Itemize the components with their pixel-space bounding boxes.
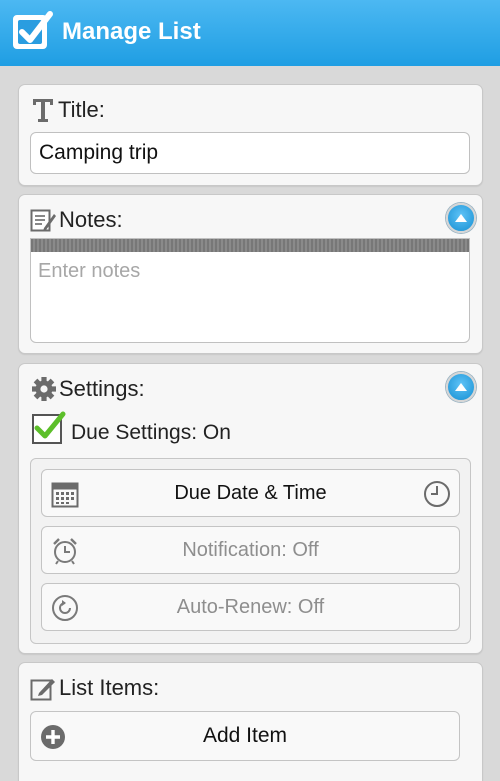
settings-label-row: Settings: xyxy=(31,376,145,402)
gear-icon xyxy=(32,377,56,401)
notes-card: Notes: xyxy=(18,194,483,354)
chevron-up-icon xyxy=(455,383,467,391)
notes-area xyxy=(30,238,470,343)
settings-label: Settings: xyxy=(59,376,145,401)
settings-collapse-button[interactable] xyxy=(446,372,476,402)
notes-label-row: Notes: xyxy=(30,207,123,233)
list-items-label-row: List Items: xyxy=(30,675,159,701)
list-items-card: List Items: Add Item xyxy=(18,662,483,781)
notification-button[interactable]: Notification: Off xyxy=(41,526,460,574)
plus-circle-icon xyxy=(41,725,65,749)
edit-square-icon xyxy=(30,678,55,700)
calendar-icon xyxy=(51,482,79,508)
title-label: Title: xyxy=(58,97,105,122)
notification-label: Notification: Off xyxy=(182,538,319,561)
text-t-icon xyxy=(33,99,53,122)
list-items-label: List Items: xyxy=(59,675,160,700)
notes-label: Notes: xyxy=(59,207,123,232)
due-settings-checkbox[interactable] xyxy=(32,411,66,445)
add-item-button[interactable]: Add Item xyxy=(30,711,460,761)
title-card: Title: xyxy=(18,84,483,186)
due-date-time-button[interactable]: Due Date & Time xyxy=(41,469,460,517)
due-date-time-label: Due Date & Time xyxy=(174,481,327,504)
title-input[interactable] xyxy=(30,132,470,174)
chevron-up-icon xyxy=(455,214,467,222)
add-item-label: Add Item xyxy=(202,724,288,747)
renew-icon xyxy=(52,595,78,621)
notepad-icon xyxy=(30,209,56,231)
app-title: Manage List xyxy=(62,18,201,45)
title-label-row: Title: xyxy=(31,97,105,123)
alarm-clock-icon xyxy=(53,538,77,565)
clock-icon xyxy=(424,481,450,507)
due-settings-label: Due Settings: On xyxy=(71,421,231,444)
auto-renew-label: Auto-Renew: Off xyxy=(176,595,325,618)
checkbox-logo-icon[interactable] xyxy=(10,8,56,54)
notes-collapse-button[interactable] xyxy=(446,203,476,233)
settings-card: Settings: Due Settings: On Due Date & Ti… xyxy=(18,363,483,654)
app-bar: Manage List xyxy=(0,0,500,66)
notes-input[interactable] xyxy=(31,252,469,342)
notes-header-bar xyxy=(31,239,469,252)
auto-renew-button[interactable]: Auto-Renew: Off xyxy=(41,583,460,631)
due-options-panel: Due Date & Time Notification: Off Auto-R… xyxy=(30,458,471,644)
